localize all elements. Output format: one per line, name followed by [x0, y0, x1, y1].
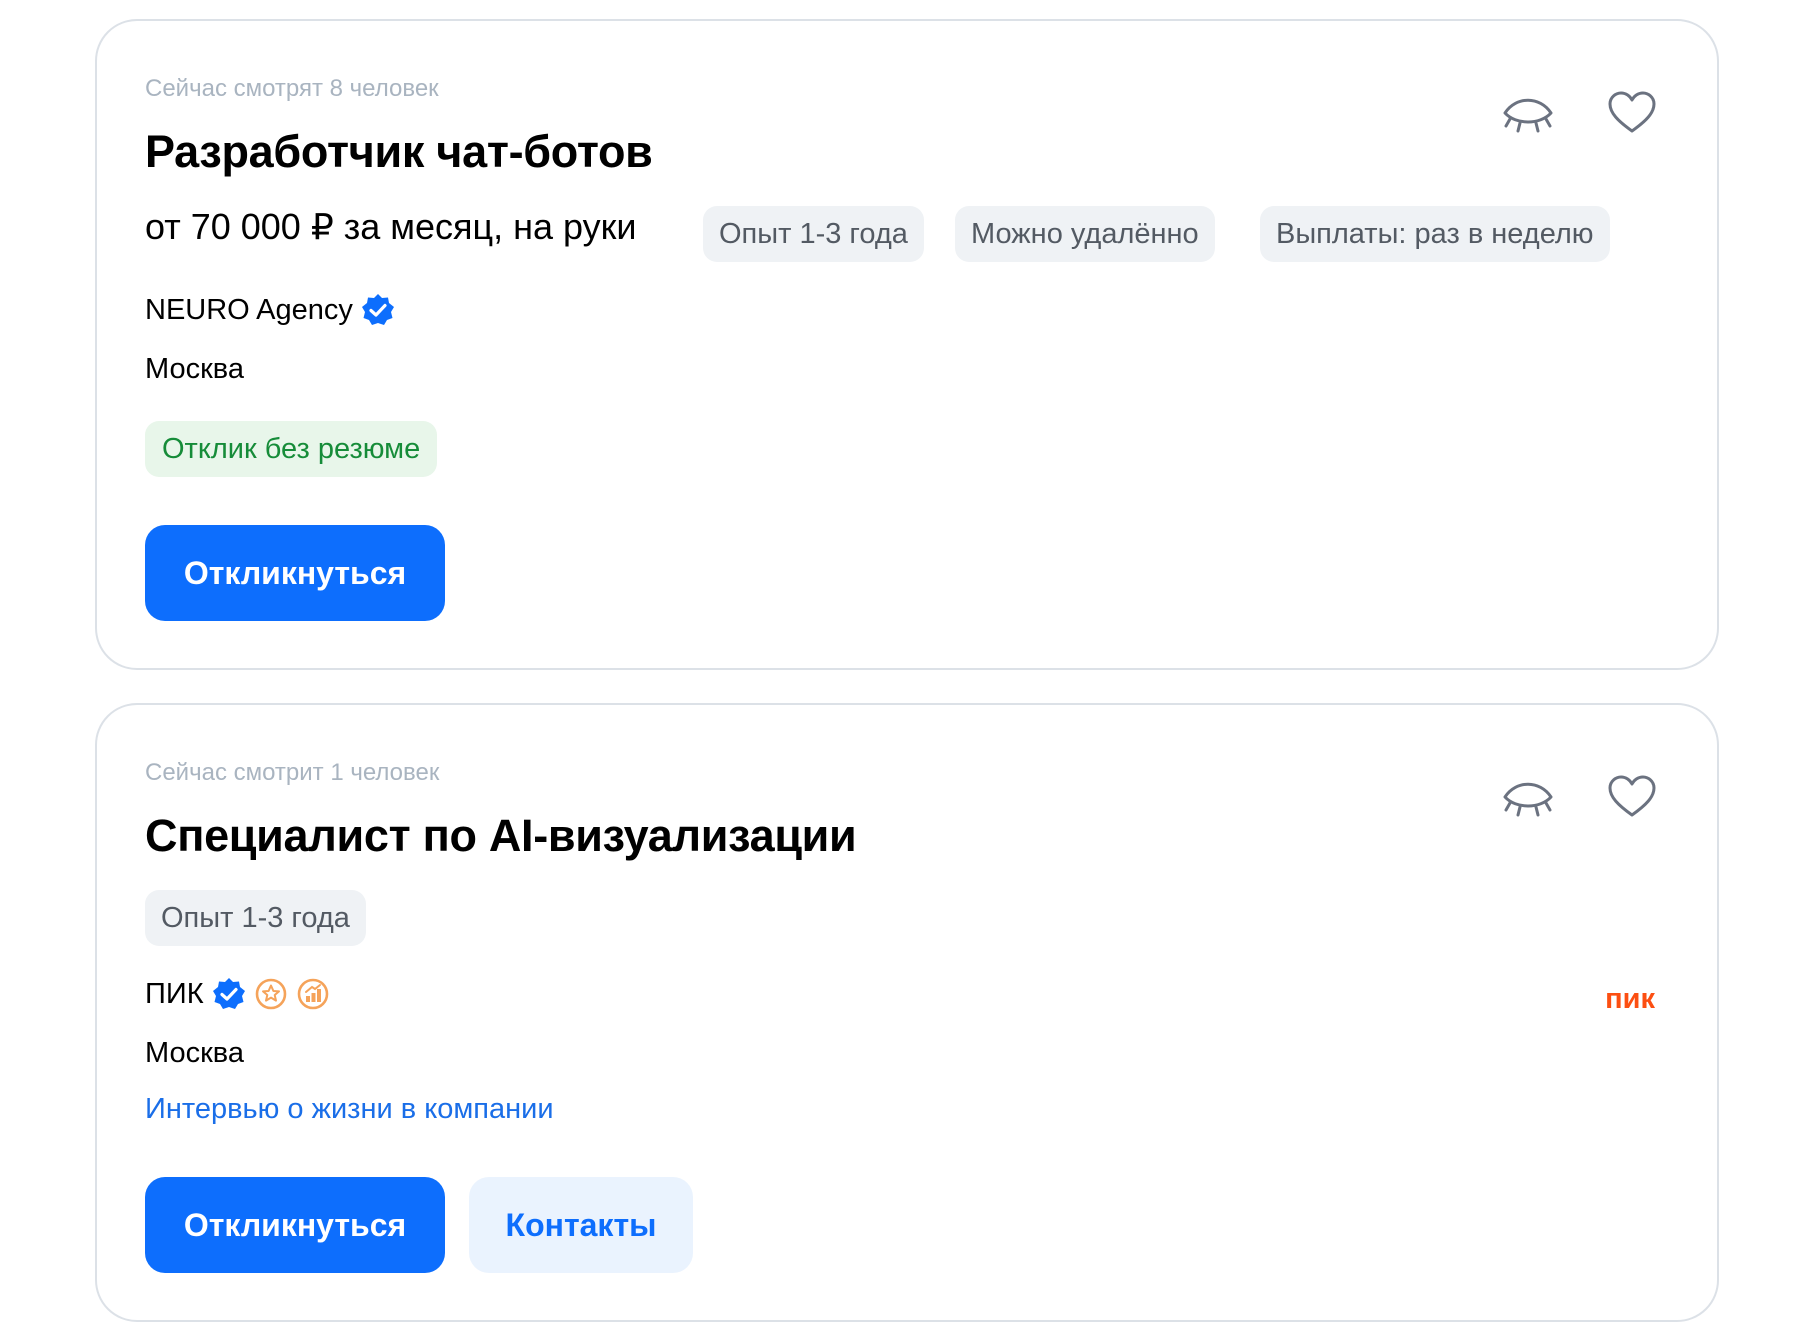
- verified-badge-icon: [212, 978, 245, 1009]
- remote-tag: Можно удалённо: [955, 206, 1215, 262]
- company-name[interactable]: NEURO Agency: [145, 293, 395, 327]
- experience-tag: Опыт 1-3 года: [145, 890, 366, 946]
- growth-award-icon[interactable]: [296, 977, 330, 1011]
- hide-vacancy-button[interactable]: [1500, 769, 1556, 825]
- contacts-button[interactable]: Контакты: [469, 1177, 693, 1273]
- company-name-text: ПИК: [145, 977, 204, 1010]
- company-interview-link[interactable]: Интервью о жизни в компании: [145, 1093, 554, 1126]
- vacancy-card[interactable]: Сейчас смотрит 1 человек Специалист по A…: [95, 703, 1719, 1322]
- company-logo[interactable]: пик: [1605, 983, 1655, 1016]
- star-award-icon[interactable]: [254, 977, 288, 1011]
- salary: от 70 000 ₽ за месяц, на руки: [145, 206, 637, 247]
- heart-icon: [1608, 91, 1656, 133]
- hide-vacancy-button[interactable]: [1500, 85, 1556, 141]
- vacancy-title[interactable]: Разработчик чат-ботов: [145, 126, 653, 178]
- apply-button[interactable]: Откликнуться: [145, 525, 445, 621]
- hide-eye-icon: [1503, 98, 1553, 133]
- vacancy-card[interactable]: Сейчас смотрят 8 человек Разработчик чат…: [95, 19, 1719, 670]
- city: Москва: [145, 353, 245, 385]
- company-name-text: NEURO Agency: [145, 293, 353, 326]
- city: Москва: [145, 1037, 245, 1069]
- no-resume-response-badge: Отклик без резюме: [145, 421, 438, 477]
- company-name[interactable]: ПИК: [145, 977, 330, 1011]
- verified-badge-icon: [361, 294, 394, 325]
- watchers-count: Сейчас смотрит 1 человек: [145, 759, 440, 786]
- apply-button[interactable]: Откликнуться: [145, 1177, 445, 1273]
- vacancy-title[interactable]: Специалист по AI-визуализации: [145, 810, 857, 862]
- experience-tag: Опыт 1-3 года: [703, 206, 924, 262]
- heart-icon: [1608, 775, 1656, 817]
- payout-tag: Выплаты: раз в неделю: [1260, 206, 1610, 262]
- favorite-button[interactable]: [1604, 769, 1660, 825]
- watchers-count: Сейчас смотрят 8 человек: [145, 75, 439, 102]
- favorite-button[interactable]: [1604, 85, 1660, 141]
- hide-eye-icon: [1503, 782, 1553, 817]
